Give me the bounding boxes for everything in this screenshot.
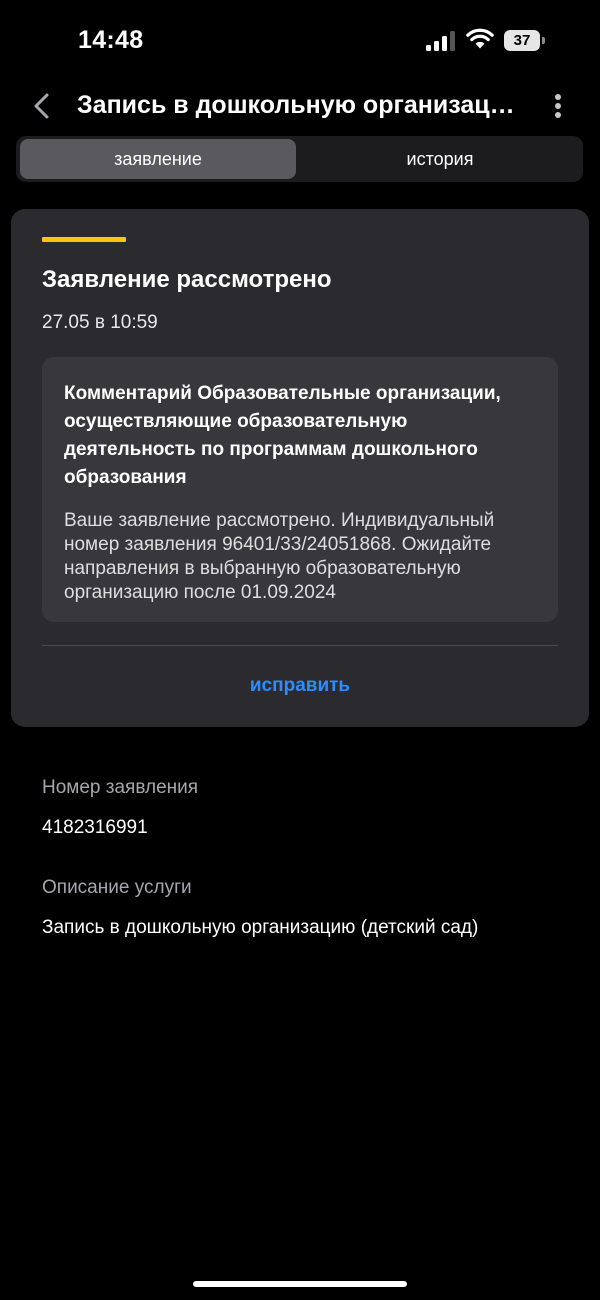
application-number-label: Номер заявления — [42, 777, 199, 798]
status-bar: 14:48 37 — [0, 0, 600, 80]
status-title: Заявление рассмотрено — [42, 266, 332, 293]
comment-box: Комментарий Образовательные организации,… — [42, 357, 558, 622]
status-accent-bar — [42, 237, 126, 242]
divider — [42, 645, 558, 646]
status-card: Заявление рассмотрено 27.05 в 10:59 Комм… — [11, 209, 589, 727]
comment-body: Ваше заявление рассмотрено. Индивидуальн… — [64, 510, 495, 603]
home-indicator[interactable] — [193, 1281, 407, 1287]
segmented-tabs: заявление история — [16, 136, 583, 182]
application-number-value: 4182316991 — [42, 817, 148, 838]
status-time: 14:48 — [78, 26, 144, 54]
more-vertical-icon[interactable] — [548, 92, 568, 120]
signal-icon — [426, 31, 458, 51]
tab-application[interactable]: заявление — [20, 139, 296, 179]
wifi-icon — [466, 28, 494, 49]
chevron-left-icon[interactable] — [28, 90, 56, 122]
fix-button[interactable]: исправить — [11, 675, 589, 697]
battery-tip — [542, 37, 545, 44]
page-title: Запись в дошкольную организации... — [77, 91, 527, 119]
app-header: Запись в дошкольную организации... — [0, 80, 600, 132]
service-description-label: Описание услуги — [42, 877, 192, 898]
status-date: 27.05 в 10:59 — [42, 312, 158, 333]
comment-title: Комментарий Образовательные организации,… — [64, 383, 501, 488]
battery-icon: 37 — [504, 30, 540, 51]
service-description-value: Запись в дошкольную организацию (детский… — [42, 917, 479, 938]
tab-history[interactable]: история — [300, 139, 580, 179]
